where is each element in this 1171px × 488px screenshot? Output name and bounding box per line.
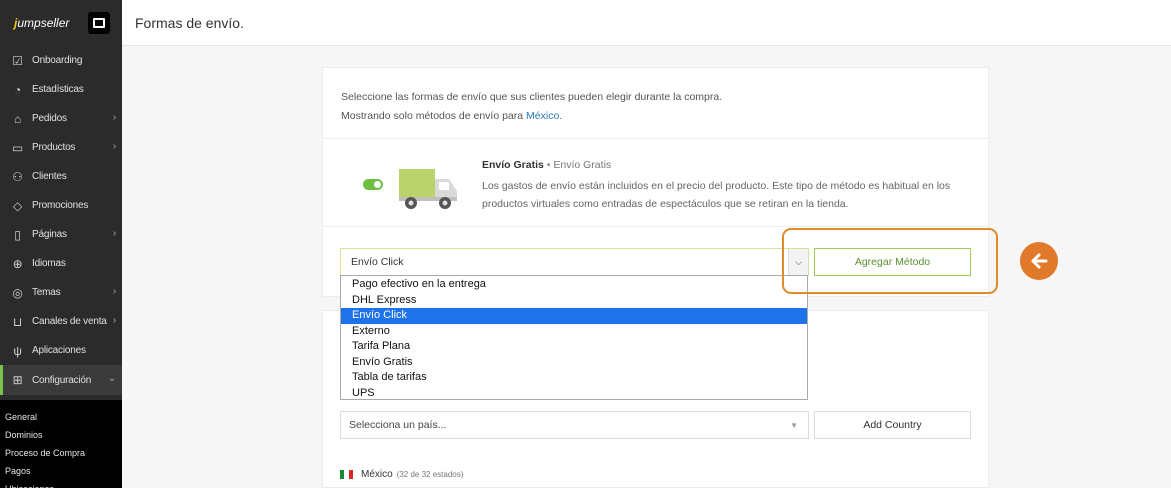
dropdown-option[interactable]: UPS bbox=[341, 386, 807, 402]
intro-line-1: Seleccione las formas de envío que sus c… bbox=[341, 91, 723, 103]
submenu-item-dominios[interactable]: Dominios bbox=[5, 426, 122, 444]
sidebar-item-páginas[interactable]: ▯ Páginas › bbox=[0, 220, 122, 249]
store-icon[interactable] bbox=[88, 12, 110, 34]
chevron-right-icon: › bbox=[112, 286, 116, 297]
caret-down-icon: ▼ bbox=[790, 421, 798, 430]
mexico-flag-icon bbox=[340, 470, 353, 479]
method-enabled-toggle[interactable] bbox=[363, 179, 383, 190]
sidebar-item-canales-de-venta[interactable]: ⊔ Canales de venta › bbox=[0, 307, 122, 336]
sidebar-item-idiomas[interactable]: ⊕ Idiomas bbox=[0, 249, 122, 278]
sidebar-item-label: Estadísticas bbox=[32, 84, 84, 95]
country-select[interactable]: Selecciona un país... ▼ bbox=[340, 411, 809, 439]
intro-line-2: Mostrando solo métodos de envío para Méx… bbox=[341, 110, 563, 122]
chevron-down-icon: ⌄ bbox=[107, 373, 116, 384]
sidebar-item-label: Clientes bbox=[32, 171, 67, 182]
sidebar-item-clientes[interactable]: ⚇ Clientes bbox=[0, 162, 122, 191]
logo-row: jumpseller bbox=[0, 0, 122, 46]
dropdown-option[interactable]: Tarifa Plana bbox=[341, 339, 807, 355]
dropdown-option[interactable]: Externo bbox=[341, 324, 807, 340]
dropdown-option[interactable]: Envío Gratis bbox=[341, 355, 807, 371]
country-states-count: (32 de 32 estados) bbox=[396, 470, 464, 479]
page-icon: ▯ bbox=[14, 227, 21, 242]
sidebar-item-label: Pedidos bbox=[32, 113, 67, 124]
sidebar-item-label: Onboarding bbox=[32, 55, 83, 66]
country-name: México bbox=[361, 469, 393, 480]
dropdown-option[interactable]: Pago efectivo en la entrega bbox=[341, 277, 807, 293]
sidebar-item-label: Productos bbox=[32, 142, 76, 153]
sidebar-item-label: Páginas bbox=[32, 229, 67, 240]
sidebar-item-label: Canales de venta bbox=[32, 316, 107, 327]
globe-icon: ⊕ bbox=[12, 256, 23, 271]
chevron-right-icon: › bbox=[112, 228, 116, 239]
sidebar-item-onboarding[interactable]: ☑ Onboarding bbox=[0, 46, 122, 75]
submenu-item-general[interactable]: General bbox=[5, 408, 122, 426]
sidebar-item-label: Configuración bbox=[32, 374, 92, 386]
sidebar-item-estadísticas[interactable]: ◔ Estadísticas bbox=[0, 75, 122, 104]
sidebar-item-temas[interactable]: ◎ Temas › bbox=[0, 278, 122, 307]
jumpseller-logo[interactable]: jumpseller bbox=[14, 16, 69, 30]
shipping-method-row: Envío Gratis • Envío Gratis Los gastos d… bbox=[323, 139, 990, 227]
sidebar-item-label: Aplicaciones bbox=[32, 345, 86, 356]
method-select[interactable]: Envío Click ⌵ bbox=[340, 248, 809, 276]
dropdown-option[interactable]: DHL Express bbox=[341, 293, 807, 309]
country-row[interactable]: México (32 de 32 estados) bbox=[340, 469, 463, 480]
chevron-right-icon: › bbox=[112, 315, 116, 326]
topbar: Formas de envío. bbox=[122, 0, 1171, 46]
sidebar-item-promociones[interactable]: ◇ Promociones bbox=[0, 191, 122, 220]
method-dropdown-list: Pago efectivo en la entrega DHL Express En… bbox=[340, 275, 808, 400]
intro-text: Seleccione las formas de envío que sus c… bbox=[323, 68, 988, 139]
theme-icon: ◎ bbox=[12, 285, 23, 300]
submenu-item-proceso-compra[interactable]: Proceso de Compra bbox=[5, 444, 122, 462]
users-icon: ⚇ bbox=[12, 169, 23, 184]
arrow-left-icon bbox=[1020, 242, 1058, 280]
plug-icon: ψ bbox=[13, 343, 22, 358]
country-select-placeholder: Selecciona un país... bbox=[349, 419, 447, 431]
highlight-box bbox=[782, 228, 998, 294]
check-square-icon: ☑ bbox=[12, 53, 23, 68]
sidebar-item-label: Promociones bbox=[32, 200, 89, 211]
dropdown-option[interactable]: Tabla de tarifas bbox=[341, 370, 807, 386]
sidebar-item-label: Idiomas bbox=[32, 258, 66, 269]
basket-icon: ⌂ bbox=[13, 111, 22, 126]
cart-icon: ⊔ bbox=[12, 314, 23, 329]
method-select-value: Envío Click bbox=[351, 256, 404, 268]
country-link[interactable]: México bbox=[526, 110, 559, 122]
method-description: Los gastos de envío están incluidos en e… bbox=[482, 180, 951, 210]
settings-icon: ⊞ bbox=[12, 373, 23, 387]
page-title: Formas de envío. bbox=[135, 15, 244, 31]
submenu-item-ubicaciones[interactable]: Ubicaciones bbox=[5, 480, 122, 488]
dropdown-option[interactable]: Envío Click bbox=[341, 308, 807, 324]
sidebar-item-label: Temas bbox=[32, 287, 61, 298]
submenu-item-pagos[interactable]: Pagos bbox=[5, 462, 122, 480]
sidebar-item-aplicaciones[interactable]: ψ Aplicaciones bbox=[0, 336, 122, 365]
add-country-button[interactable]: Add Country bbox=[814, 411, 971, 439]
sidebar-item-pedidos[interactable]: ⌂ Pedidos › bbox=[0, 104, 122, 133]
sidebar-item-configuración[interactable]: ⊞ Configuración ⌄ bbox=[0, 365, 122, 395]
sidebar-item-productos[interactable]: ▭ Productos › bbox=[0, 133, 122, 162]
box-icon: ▭ bbox=[11, 140, 24, 155]
method-title: Envío Gratis • Envío Gratis bbox=[482, 159, 612, 171]
chevron-right-icon: › bbox=[112, 112, 116, 123]
sidebar-nav: ☑ Onboarding ◔ Estadísticas ⌂ Pedidos › ▭ Produc… bbox=[0, 46, 122, 395]
truck-icon bbox=[399, 169, 457, 209]
tag-icon: ◇ bbox=[12, 198, 23, 213]
sidebar: jumpseller ☑ Onboarding ◔ Estadísticas ⌂ Pedi… bbox=[0, 0, 122, 488]
chevron-right-icon: › bbox=[112, 141, 116, 152]
app-root: jumpseller ☑ Onboarding ◔ Estadísticas ⌂ Pedi… bbox=[0, 0, 1171, 488]
gauge-icon: ◔ bbox=[13, 82, 22, 97]
config-submenu: General Dominios Proceso de Compra Pagos… bbox=[0, 400, 122, 488]
